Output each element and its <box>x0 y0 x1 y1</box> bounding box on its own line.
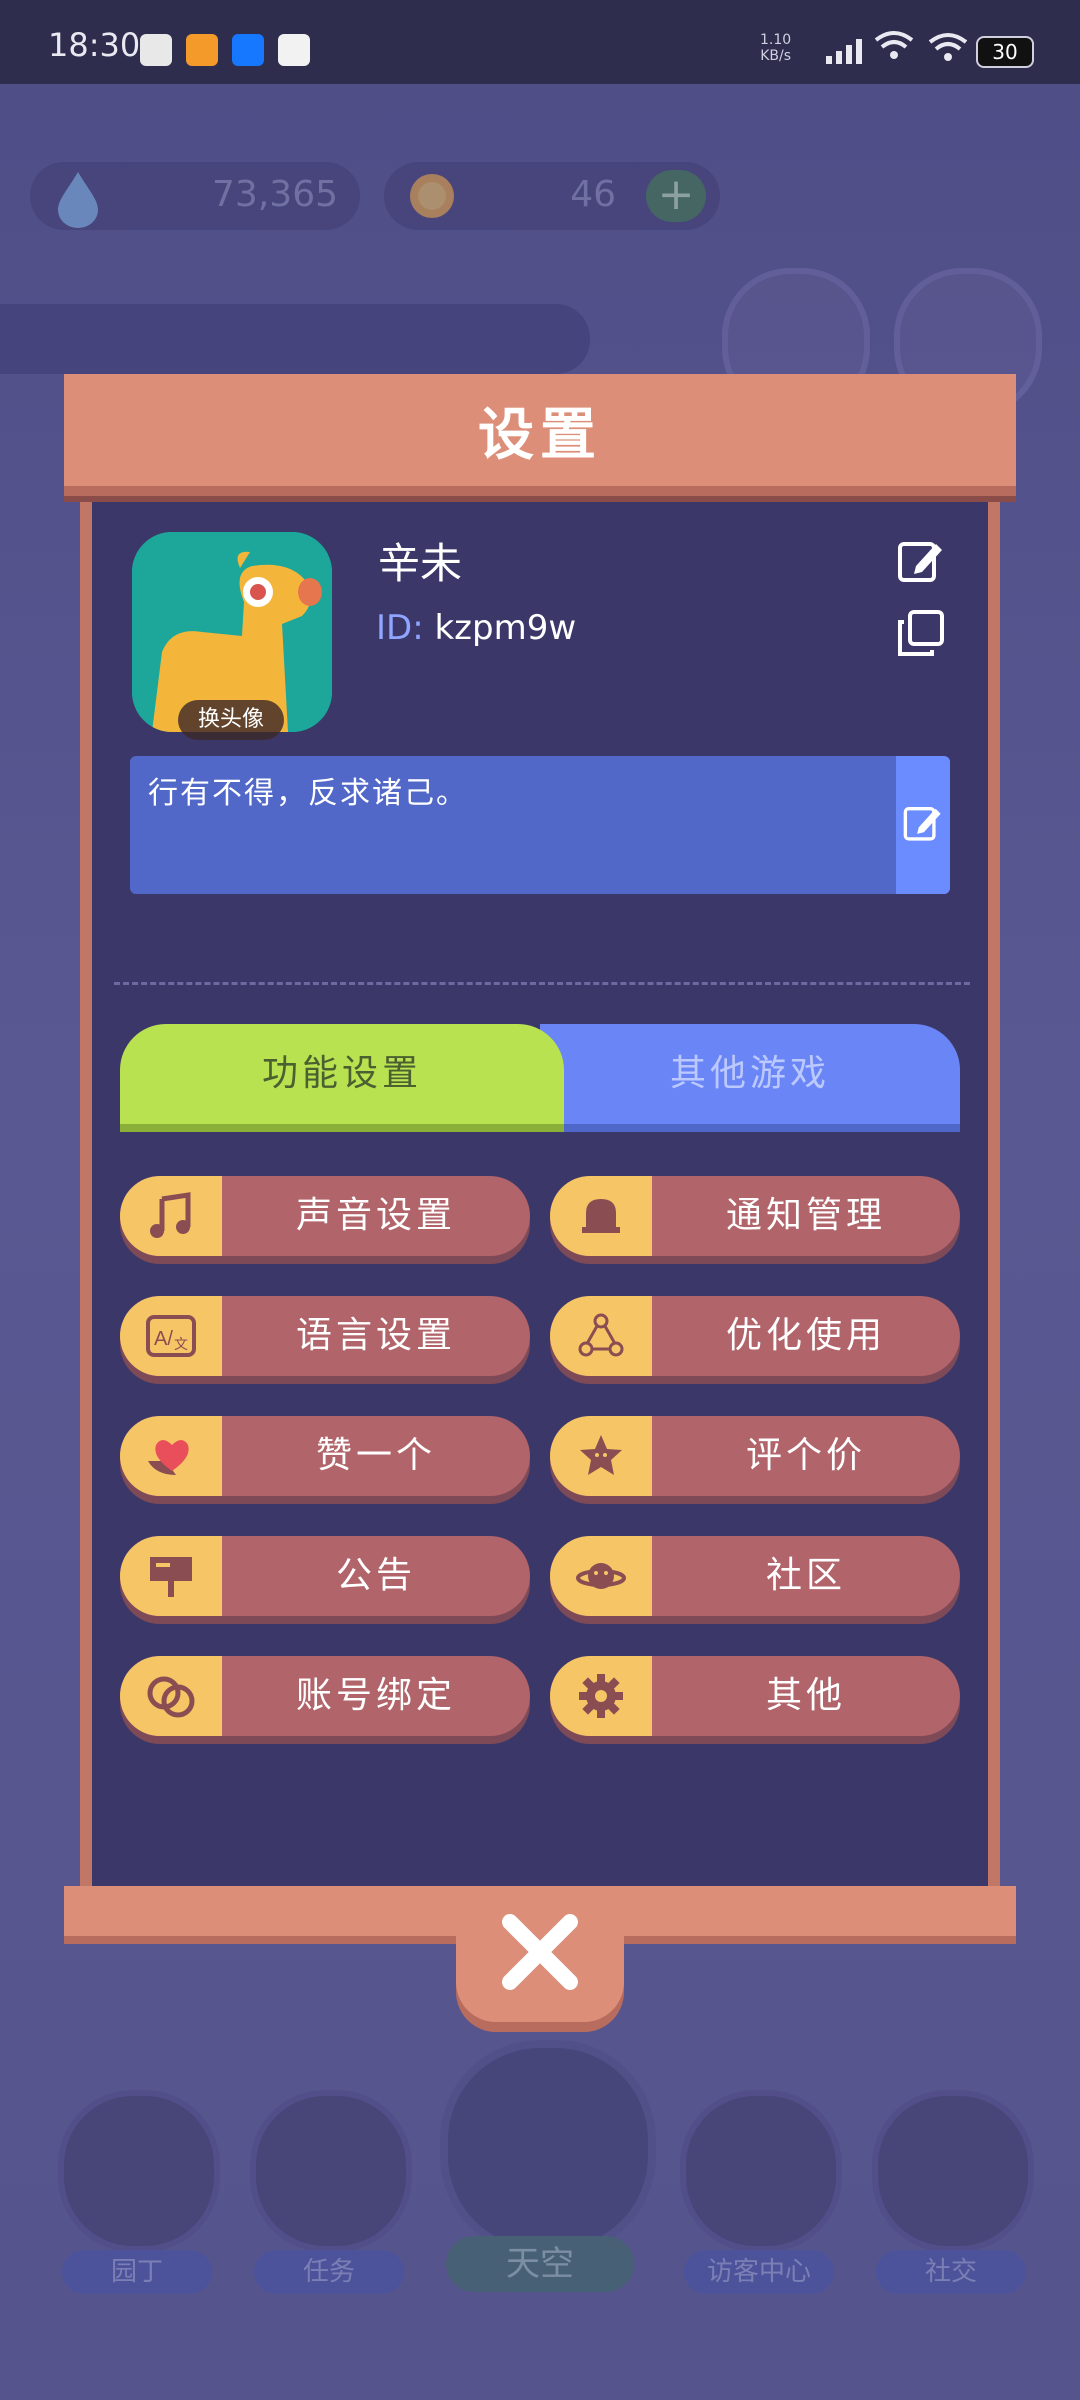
bell-icon <box>550 1176 652 1256</box>
status-time: 18:30 <box>48 26 141 64</box>
edit-name-icon[interactable] <box>896 536 946 586</box>
copy-icon[interactable] <box>896 608 946 658</box>
user-id-prefix: ID: <box>376 608 424 648</box>
signal-icon <box>826 39 862 64</box>
signboard-icon <box>120 1536 222 1616</box>
sun-icon <box>410 174 454 218</box>
water-counter: 73,365 <box>30 162 360 230</box>
account-binding-button[interactable]: 账号绑定 <box>120 1656 530 1736</box>
gear-icon <box>550 1656 652 1736</box>
translate-icon: A/文 <box>120 1296 222 1376</box>
tool-row <box>0 304 590 374</box>
nav-sky-label: 天空 <box>446 2236 634 2292</box>
edit-signature-button[interactable] <box>896 756 950 894</box>
notification-icons <box>140 34 310 66</box>
wifi-icon <box>928 33 968 61</box>
battery-icon: 30 <box>976 36 1034 68</box>
item-label: 评个价 <box>745 1435 866 1476</box>
wifi-icon <box>874 31 914 59</box>
item-label: 语言设置 <box>295 1315 456 1356</box>
net-speed-unit: KB/s <box>760 48 791 64</box>
dialog-title: 设置 <box>478 403 602 468</box>
status-bar: 18:30 1.10 KB/s 30 <box>0 0 1080 84</box>
water-value: 73,365 <box>212 174 338 215</box>
water-drop-icon <box>58 172 98 228</box>
sound-settings-button[interactable]: 声音设置 <box>120 1176 530 1256</box>
app-notification-icon <box>278 34 310 66</box>
rate-button[interactable]: 评个价 <box>550 1416 960 1496</box>
nav-gardener-label: 园丁 <box>62 2250 212 2294</box>
net-speed-value: 1.10 <box>760 32 792 48</box>
divider <box>114 982 970 985</box>
item-label: 声音设置 <box>295 1195 456 1236</box>
item-label: 账号绑定 <box>295 1675 456 1716</box>
add-sun-button[interactable]: + <box>646 170 706 222</box>
heart-icon <box>120 1416 222 1496</box>
like-button[interactable]: 赞一个 <box>120 1416 530 1496</box>
nav-visitor-button[interactable] <box>680 2090 842 2252</box>
user-id: kzpm9w <box>434 608 577 648</box>
nav-gardener-button[interactable] <box>58 2090 220 2252</box>
item-label: 公告 <box>335 1555 416 1596</box>
other-settings-button[interactable]: 其他 <box>550 1656 960 1736</box>
settings-tabs: 其他游戏 功能设置 <box>120 1024 960 1132</box>
tab-other-games[interactable]: 其他游戏 <box>540 1024 960 1132</box>
item-label: 社区 <box>765 1555 846 1596</box>
sun-counter: 46 + <box>384 162 720 230</box>
user-id-line: ID: kzpm9w <box>376 608 576 648</box>
notification-manage-button[interactable]: 通知管理 <box>550 1176 960 1256</box>
username: 辛未 <box>378 539 463 588</box>
signature-field[interactable]: 行有不得，反求诸己。 <box>130 756 950 894</box>
nav-task-label: 任务 <box>254 2250 404 2294</box>
link-icon <box>120 1656 222 1736</box>
svg-text:A/: A/ <box>154 1328 173 1350</box>
item-label: 其他 <box>765 1675 846 1716</box>
signature-text: 行有不得，反求诸己。 <box>148 776 468 811</box>
star-icon <box>550 1416 652 1496</box>
community-button[interactable]: 社区 <box>550 1536 960 1616</box>
sun-value: 46 <box>570 174 616 215</box>
announcement-button[interactable]: 公告 <box>120 1536 530 1616</box>
nav-visitor-label: 访客中心 <box>684 2250 834 2294</box>
app-notification-icon <box>186 34 218 66</box>
close-icon <box>502 1914 578 1990</box>
optimize-button[interactable]: 优化使用 <box>550 1296 960 1376</box>
settings-header: 设置 <box>64 374 1016 496</box>
edit-icon <box>903 807 941 841</box>
nav-social-button[interactable] <box>872 2090 1034 2252</box>
music-note-icon <box>120 1176 222 1256</box>
item-label: 优化使用 <box>725 1315 886 1356</box>
nav-sky-button[interactable] <box>440 2040 656 2256</box>
close-button[interactable] <box>456 1894 624 2022</box>
alipay-icon <box>232 34 264 66</box>
tab-function-settings[interactable]: 功能设置 <box>120 1024 564 1132</box>
nav-task-button[interactable] <box>250 2090 412 2252</box>
net-speed: 1.10 KB/s <box>760 32 791 64</box>
change-avatar-button[interactable]: 换头像 <box>178 700 284 740</box>
planet-icon <box>550 1536 652 1616</box>
svg-text:文: 文 <box>174 1337 188 1353</box>
optimize-icon <box>550 1296 652 1376</box>
item-label: 赞一个 <box>315 1435 436 1476</box>
app-notification-icon <box>140 34 172 66</box>
nav-social-label: 社交 <box>876 2250 1026 2294</box>
language-settings-button[interactable]: A/文 语言设置 <box>120 1296 530 1376</box>
item-label: 通知管理 <box>725 1195 886 1236</box>
